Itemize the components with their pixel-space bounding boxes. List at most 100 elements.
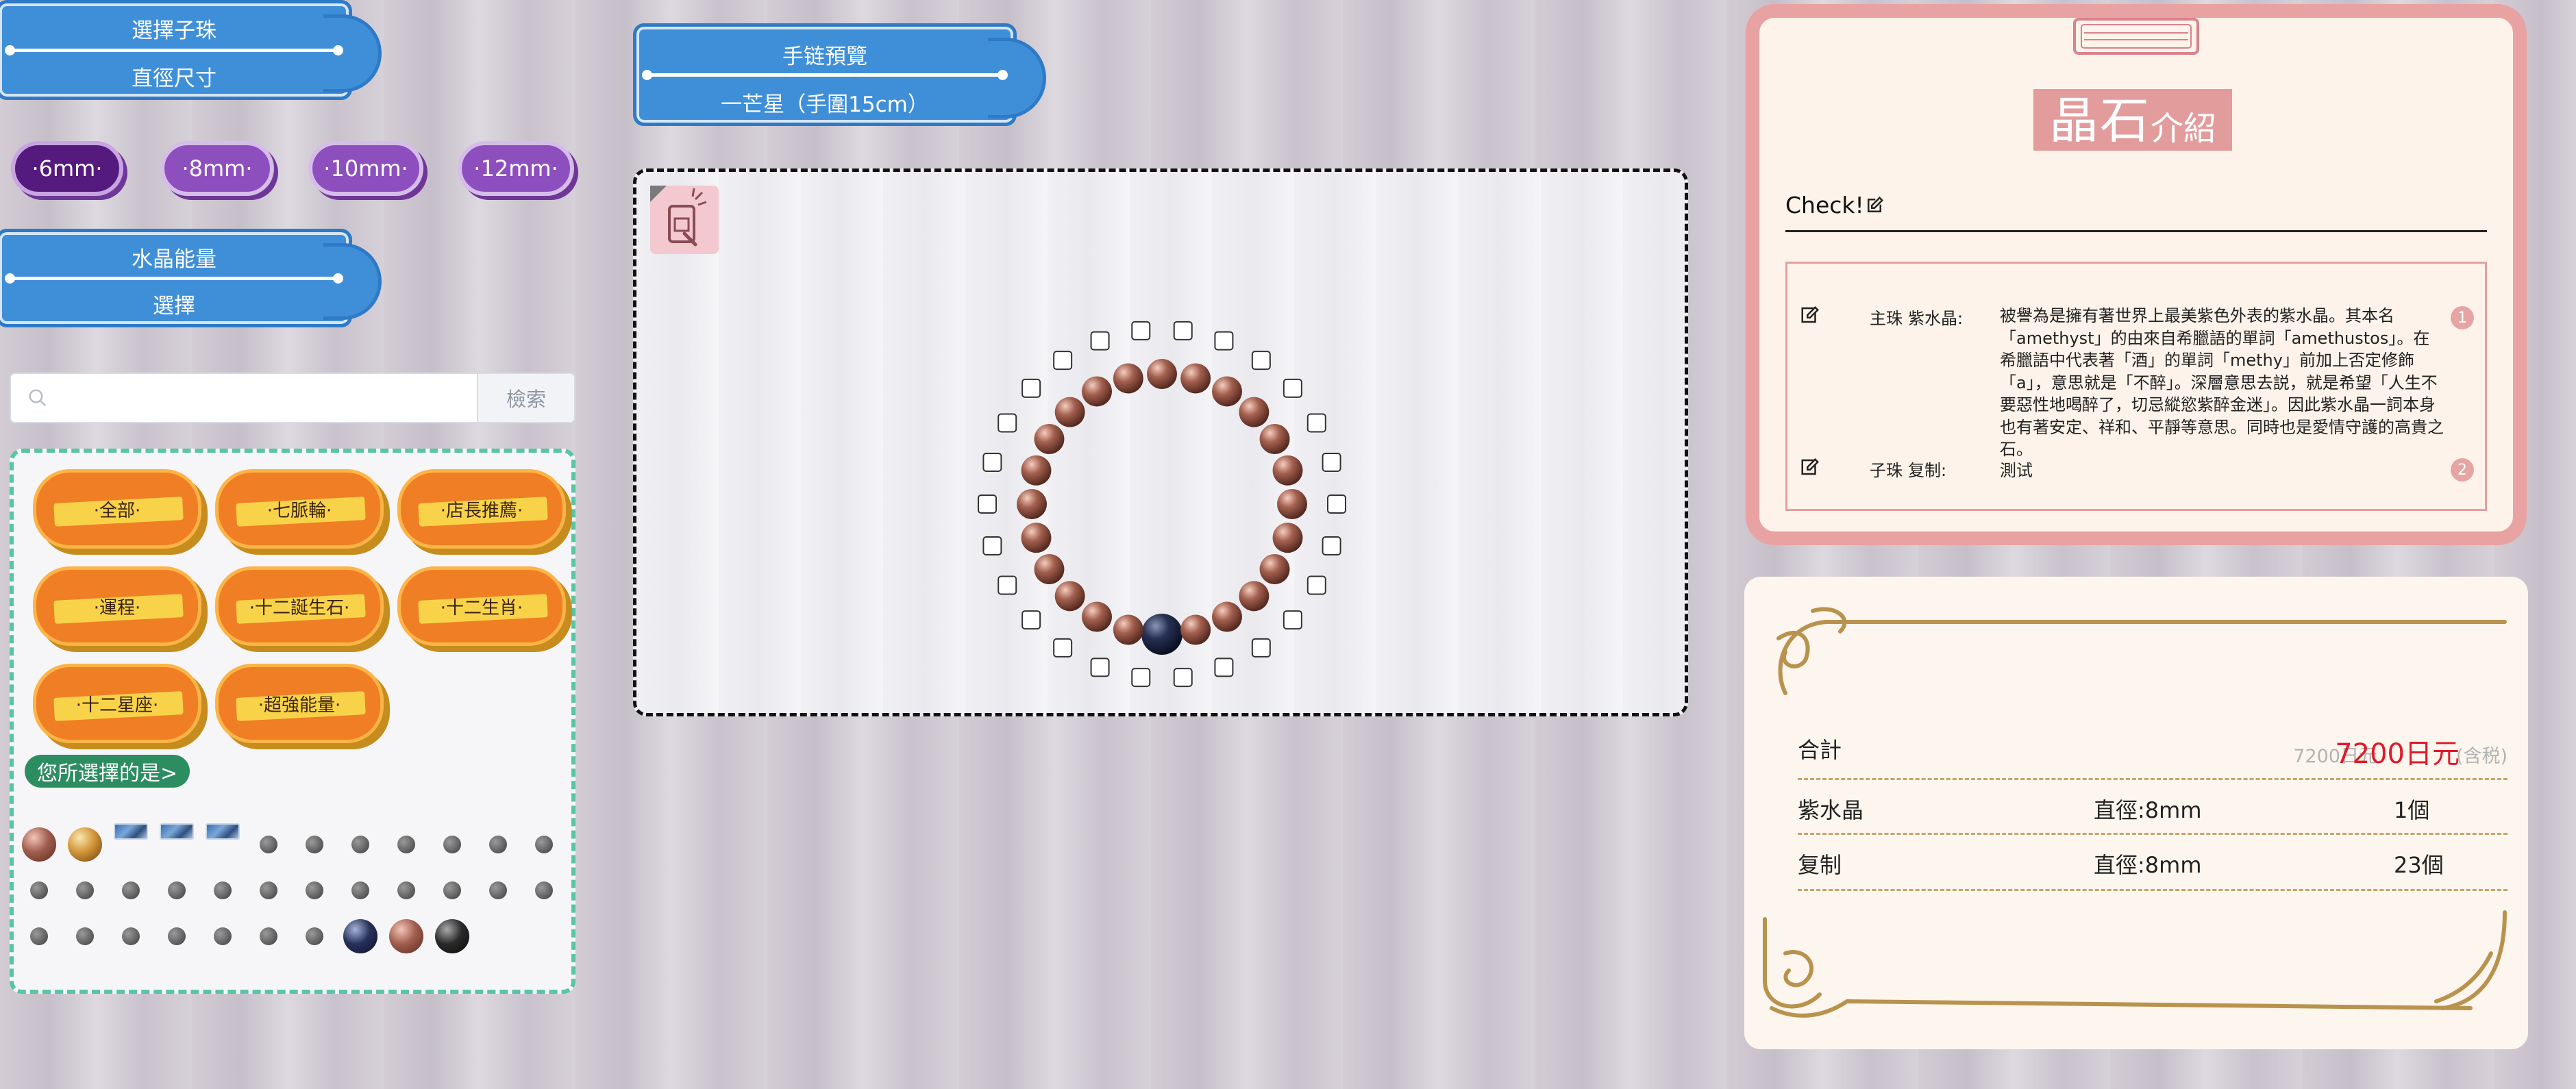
bead-slot-checkbox[interactable]	[978, 495, 997, 514]
sub-bead[interactable]	[1212, 376, 1242, 407]
bead-swatch[interactable]	[76, 881, 94, 899]
bead-slot-checkbox[interactable]	[1021, 610, 1041, 630]
sub-bead[interactable]	[1021, 455, 1052, 486]
sub-bead[interactable]	[1180, 614, 1211, 645]
sub-bead[interactable]	[1259, 424, 1290, 454]
category-birthstone-button[interactable]: ·十二誕生石·	[215, 566, 384, 646]
bead-swatch[interactable]	[489, 881, 507, 899]
bead-slot-checkbox[interactable]	[1306, 575, 1326, 595]
bead-slot-checkbox[interactable]	[1251, 638, 1271, 658]
bead-swatch[interactable]	[122, 881, 140, 899]
sub-bead[interactable]	[1239, 397, 1270, 427]
category-super-energy-button[interactable]: ·超強能量·	[215, 664, 384, 743]
sub-bead[interactable]	[1017, 489, 1047, 519]
bead-swatch[interactable]	[260, 836, 277, 853]
bead-swatch[interactable]	[168, 881, 186, 899]
bead-slot-checkbox[interactable]	[998, 575, 1017, 595]
bead-swatch[interactable]	[306, 927, 323, 945]
sub-bead[interactable]	[1054, 397, 1085, 427]
bead-swatch[interactable]	[76, 927, 94, 945]
bead-swatch[interactable]	[306, 836, 323, 853]
bead-swatch[interactable]	[535, 836, 553, 853]
bead-slot-checkbox[interactable]	[1322, 536, 1341, 556]
sub-bead[interactable]	[1021, 523, 1052, 553]
bead-swatch[interactable]	[443, 836, 461, 853]
bead-slot-checkbox[interactable]	[1322, 452, 1341, 472]
category-chakra-button[interactable]: ·七脈輪·	[215, 469, 384, 549]
bead-swatch[interactable]	[389, 919, 423, 953]
bead-slot-checkbox[interactable]	[1214, 658, 1234, 677]
bead-slot-checkbox[interactable]	[1173, 668, 1193, 688]
bead-swatch[interactable]	[489, 836, 507, 853]
bead-swatch[interactable]	[214, 927, 232, 945]
bead-image-swatch[interactable]	[206, 823, 240, 840]
bead-swatch[interactable]	[443, 881, 461, 899]
sub-bead[interactable]	[1239, 581, 1270, 612]
bead-slot-checkbox[interactable]	[1131, 321, 1151, 340]
bead-slot-checkbox[interactable]	[998, 413, 1017, 433]
category-all-button[interactable]: ·全部·	[33, 469, 201, 549]
bead-slot-checkbox[interactable]	[1214, 331, 1234, 351]
sub-bead[interactable]	[1082, 376, 1112, 407]
sub-bead[interactable]	[1272, 455, 1303, 486]
size-6mm-button[interactable]: ·6mm·	[11, 141, 123, 196]
sub-bead[interactable]	[1147, 359, 1177, 389]
bead-swatch[interactable]	[351, 881, 369, 899]
sub-bead[interactable]	[1113, 614, 1143, 645]
bead-slot-checkbox[interactable]	[1090, 331, 1110, 351]
bead-slot-checkbox[interactable]	[1283, 610, 1302, 630]
main-bead[interactable]	[1141, 614, 1182, 655]
bead-slot-checkbox[interactable]	[1053, 351, 1073, 371]
bead-slot-checkbox[interactable]	[1283, 378, 1302, 398]
bead-slot-checkbox[interactable]	[982, 452, 1002, 472]
bead-swatch[interactable]	[22, 827, 56, 862]
bead-swatch[interactable]	[30, 881, 48, 899]
search-input[interactable]	[59, 374, 484, 422]
bead-swatch[interactable]	[351, 836, 369, 853]
bead-slot-checkbox[interactable]	[1090, 658, 1110, 677]
bead-slot-checkbox[interactable]	[1327, 495, 1346, 514]
bead-slot-checkbox[interactable]	[1173, 321, 1193, 340]
sub-bead[interactable]	[1180, 363, 1211, 394]
bead-swatch[interactable]	[260, 927, 277, 945]
bead-slot-checkbox[interactable]	[1053, 638, 1073, 658]
category-zodiac-animal-button[interactable]: ·十二生肖·	[397, 566, 566, 646]
bead-swatch[interactable]	[535, 881, 553, 899]
bead-swatch[interactable]	[30, 927, 48, 945]
bead-slot-checkbox[interactable]	[982, 536, 1002, 556]
size-10mm-button[interactable]: ·10mm·	[308, 141, 423, 196]
bead-swatch[interactable]	[214, 881, 232, 899]
bead-swatch[interactable]	[306, 881, 323, 899]
bead-swatch[interactable]	[435, 919, 469, 953]
bead-slot-checkbox[interactable]	[1021, 378, 1041, 398]
sub-bead[interactable]	[1082, 601, 1112, 632]
edit-icon[interactable]	[1800, 457, 1820, 477]
sub-bead[interactable]	[1272, 523, 1303, 553]
bead-swatch[interactable]	[397, 881, 415, 899]
category-fortune-button[interactable]: ·運程·	[33, 566, 201, 646]
size-8mm-button[interactable]: ·8mm·	[160, 141, 274, 196]
bead-swatch[interactable]	[260, 881, 277, 899]
bead-slot-checkbox[interactable]	[1251, 351, 1271, 371]
edit-icon[interactable]	[1800, 305, 1820, 325]
size-12mm-button[interactable]: ·12mm·	[458, 141, 574, 196]
bead-slot-checkbox[interactable]	[1131, 668, 1151, 688]
category-recommend-button[interactable]: ·店長推薦·	[397, 469, 566, 549]
bead-swatch[interactable]	[343, 919, 377, 953]
bead-slot-checkbox[interactable]	[1306, 413, 1326, 433]
sub-bead[interactable]	[1277, 489, 1307, 519]
bead-swatch[interactable]	[68, 827, 102, 862]
search-button[interactable]: 檢索	[477, 374, 574, 422]
bead-image-swatch[interactable]	[114, 823, 148, 840]
sub-bead[interactable]	[1212, 601, 1242, 632]
category-constellation-button[interactable]: ·十二星座·	[33, 664, 201, 743]
bead-swatch[interactable]	[122, 927, 140, 945]
bead-image-swatch[interactable]	[160, 823, 194, 840]
sub-bead[interactable]	[1034, 554, 1065, 584]
bead-swatch[interactable]	[397, 836, 415, 853]
sub-bead[interactable]	[1113, 363, 1143, 394]
sub-bead[interactable]	[1054, 581, 1085, 612]
bead-swatch[interactable]	[168, 927, 186, 945]
sub-bead[interactable]	[1034, 424, 1065, 454]
sub-bead[interactable]	[1259, 554, 1290, 584]
